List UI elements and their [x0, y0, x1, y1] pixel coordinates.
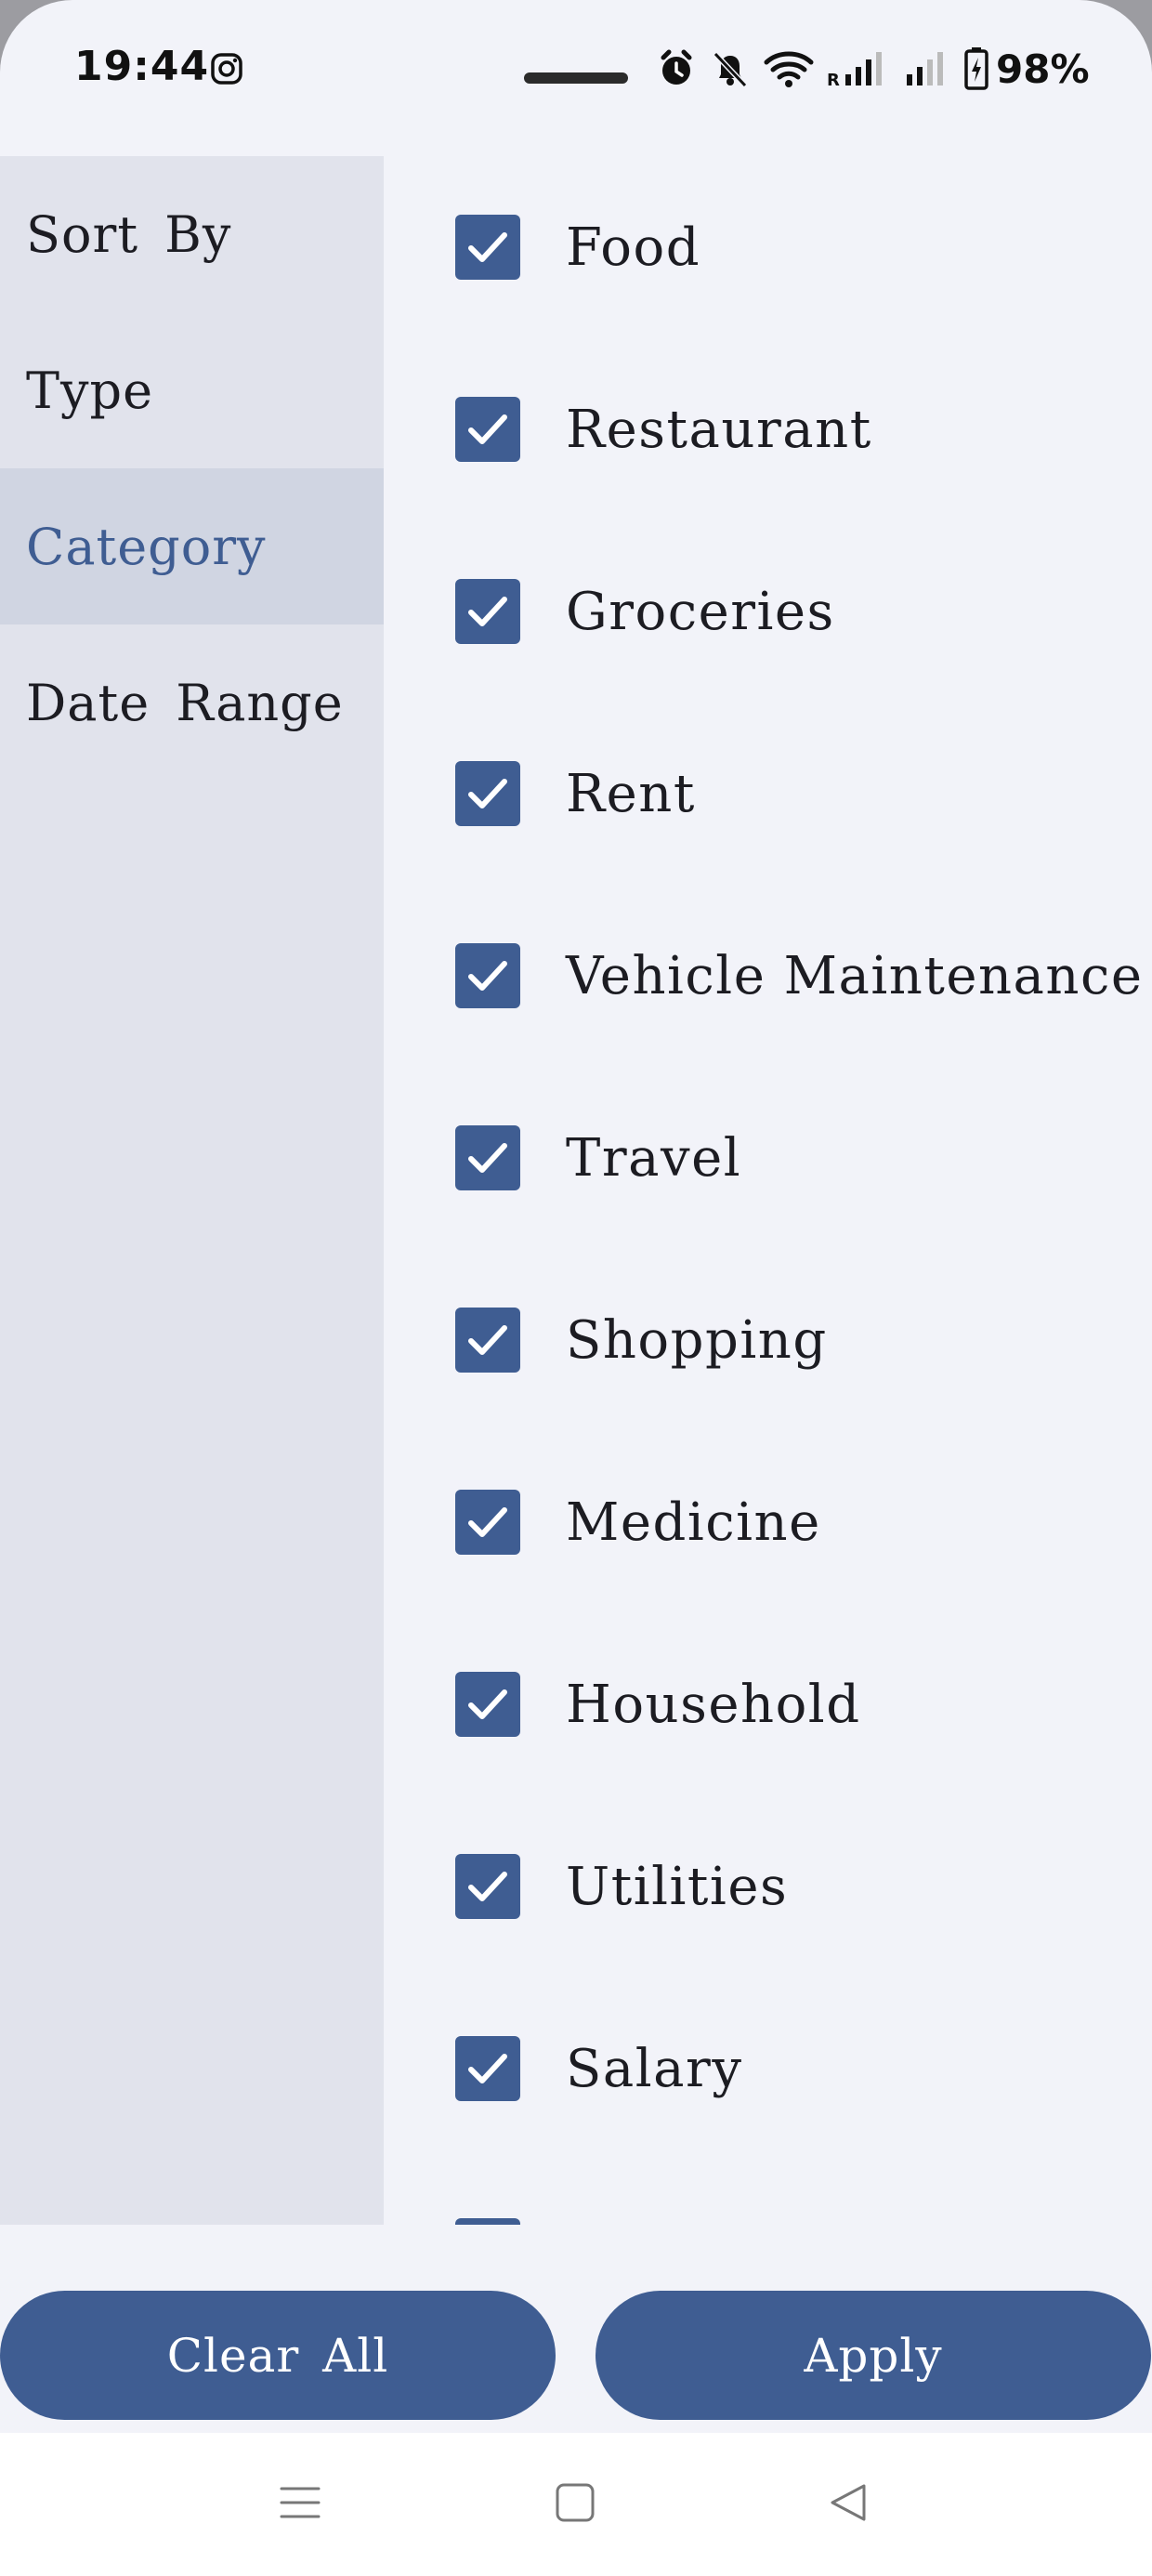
sidebar-item-label: Type — [26, 361, 154, 420]
category-row-food[interactable]: Food — [384, 156, 1152, 338]
battery-charging-icon — [964, 47, 988, 90]
category-label: Restaurant — [566, 399, 872, 460]
sidebar-item-date-range[interactable]: Date Range — [0, 624, 384, 781]
category-label: Groceries — [566, 581, 835, 642]
category-label: Salary — [566, 2038, 743, 2099]
checkbox[interactable] — [455, 2036, 520, 2101]
sidebar-item-label: Sort By — [26, 204, 232, 264]
category-row-utilities[interactable]: Utilities — [384, 1795, 1152, 1978]
menu-icon[interactable] — [279, 2481, 321, 2524]
checkbox[interactable] — [455, 1854, 520, 1919]
status-bar: 19:44 R 98% — [0, 0, 1152, 139]
category-label: Utilities — [566, 1856, 789, 1917]
signal-roaming-icon: R — [827, 52, 882, 89]
sidebar-item-label: Date Range — [26, 673, 344, 732]
checkmark-icon — [468, 232, 507, 262]
category-row-medicine[interactable]: Medicine — [384, 1431, 1152, 1613]
battery-percent: 98% — [996, 46, 1090, 92]
checkmark-icon — [468, 2054, 507, 2083]
checkbox[interactable] — [455, 397, 520, 462]
checkbox[interactable] — [455, 215, 520, 280]
checkbox[interactable] — [455, 1490, 520, 1555]
signal-icon — [907, 52, 943, 85]
system-nav-bar — [0, 2433, 1152, 2576]
category-row-vehicle-maintenance[interactable]: Vehicle Maintenance — [384, 885, 1152, 1067]
checkmark-icon — [468, 961, 507, 991]
category-label: Food — [566, 217, 701, 278]
apply-label: Apply — [804, 2328, 943, 2383]
home-square-icon[interactable] — [554, 2481, 596, 2524]
checkmark-icon — [468, 1689, 507, 1719]
status-time: 19:44 — [74, 43, 210, 90]
checkbox[interactable] — [455, 579, 520, 644]
filter-sidebar: Sort By Type Category Date Range — [0, 156, 384, 2225]
status-icons: R 98% — [656, 46, 1090, 92]
category-label: Rent — [566, 763, 696, 824]
category-label: Vehicle Maintenance — [566, 945, 1144, 1006]
category-label: Travel — [566, 1127, 742, 1189]
checkmark-icon — [468, 1507, 507, 1537]
instagram-icon — [211, 53, 242, 85]
alarm-icon — [661, 49, 692, 85]
checkbox[interactable] — [455, 1672, 520, 1737]
category-row-rent[interactable]: Rent — [384, 703, 1152, 885]
checkmark-icon — [468, 1325, 507, 1355]
category-list: Food Restaurant Groceries Rent Vehicle M… — [384, 156, 1152, 2225]
bell-off-icon — [713, 51, 748, 88]
back-triangle-icon[interactable] — [827, 2481, 870, 2524]
category-label: Household — [566, 1674, 861, 1735]
sidebar-item-type[interactable]: Type — [0, 312, 384, 468]
svg-text:R: R — [827, 71, 840, 89]
sidebar-item-sort-by[interactable]: Sort By — [0, 156, 384, 312]
sidebar-item-label: Category — [26, 517, 267, 576]
category-row-salary[interactable]: Salary — [384, 1978, 1152, 2160]
checkbox[interactable] — [455, 1125, 520, 1190]
category-row-travel[interactable]: Travel — [384, 1067, 1152, 1249]
wifi-icon — [764, 51, 814, 87]
clear-all-label: Clear All — [166, 2328, 389, 2383]
checkmark-icon — [468, 779, 507, 808]
clear-all-button[interactable]: Clear All — [0, 2291, 556, 2420]
sidebar-item-category[interactable]: Category — [0, 468, 384, 624]
category-row-shopping[interactable]: Shopping — [384, 1249, 1152, 1431]
category-row-restaurant[interactable]: Restaurant — [384, 338, 1152, 520]
checkbox[interactable] — [455, 1308, 520, 1373]
checkmark-icon — [468, 597, 507, 626]
checkbox[interactable] — [455, 943, 520, 1008]
checkmark-icon — [468, 1143, 507, 1173]
filter-screen: 19:44 R 98% Sort By Type Category Date R… — [0, 0, 1152, 2576]
checkmark-icon — [468, 1872, 507, 1901]
checkmark-icon — [468, 414, 507, 444]
notch-pill — [524, 72, 628, 84]
category-row-partial[interactable] — [384, 2160, 1152, 2225]
category-row-groceries[interactable]: Groceries — [384, 520, 1152, 703]
checkbox[interactable] — [455, 2218, 520, 2225]
category-row-household[interactable]: Household — [384, 1613, 1152, 1795]
checkbox[interactable] — [455, 761, 520, 826]
category-label: Shopping — [566, 1309, 828, 1371]
category-label: Medicine — [566, 1492, 821, 1553]
apply-button[interactable]: Apply — [596, 2291, 1151, 2420]
